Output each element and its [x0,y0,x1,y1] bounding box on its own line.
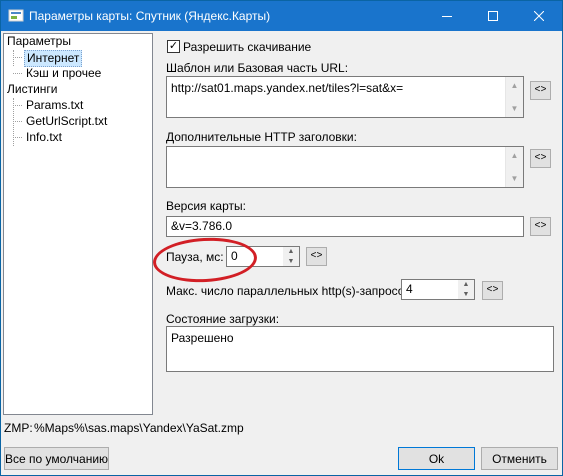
close-icon [534,11,544,21]
app-icon [8,9,24,22]
zmp-path: %Maps%\sas.maps\Yandex\YaSat.zmp [34,421,244,435]
map-version-value: &v=3.786.0 [171,219,233,233]
maximize-button[interactable] [470,1,516,31]
dialog-client: Параметры Интернет Кэш и прочее Листинги… [1,31,562,475]
tree-connector [13,73,22,74]
maximize-icon [488,11,498,21]
settings-tree[interactable]: Параметры Интернет Кэш и прочее Листинги… [3,33,153,415]
window-title: Параметры карты: Спутник (Яндекс.Карты) [29,9,271,23]
headers-reset-button[interactable]: <> [530,149,551,168]
zmp-label: ZMP: [4,421,33,435]
minimize-button[interactable] [424,1,470,31]
url-template-label: Шаблон или Базовая часть URL: [166,61,349,75]
tree-connector [13,137,22,138]
cancel-button[interactable]: Отменить [481,447,558,470]
scroll-up-icon[interactable]: ▲ [506,147,523,164]
url-template-scrollbar[interactable]: ▲ ▼ [505,77,523,117]
max-requests-reset-button[interactable]: <> [482,281,503,300]
allow-download-label[interactable]: Разрешить скачивание [183,40,311,54]
tree-item-cache[interactable]: Кэш и прочее [26,66,101,81]
tree-item-internet[interactable]: Интернет [24,50,83,67]
spin-down-icon[interactable]: ▼ [283,257,299,267]
tree-connector [13,105,22,106]
close-button[interactable] [516,1,562,31]
scroll-up-icon[interactable]: ▲ [506,77,523,94]
http-headers-field[interactable]: ▲ ▼ [166,146,524,188]
url-template-field[interactable]: http://sat01.maps.yandex.net/tiles?l=sat… [166,76,524,118]
max-requests-label: Макс. число параллельных http(s)-запросо… [166,284,415,298]
defaults-button[interactable]: Все по умолчанию [4,447,109,470]
url-template-value: http://sat01.maps.yandex.net/tiles?l=sat… [171,81,404,95]
http-headers-scrollbar[interactable]: ▲ ▼ [505,147,523,187]
tree-connector [13,121,22,122]
url-reset-button[interactable]: <> [530,81,551,100]
tree-connector [13,50,14,66]
download-status-value: Разрешено [171,331,234,345]
download-status-field: Разрешено [166,326,554,372]
max-requests-spinner[interactable]: ▲ ▼ [458,280,474,299]
pause-spinner[interactable]: ▲ ▼ [283,247,299,266]
spin-down-icon[interactable]: ▼ [458,290,474,300]
pause-reset-button[interactable]: <> [306,247,327,266]
settings-pane: ✓ Разрешить скачивание Шаблон или Базова… [153,31,562,421]
tree-item-listings[interactable]: Листинги [7,82,57,97]
ok-button[interactable]: Ok [398,447,475,470]
max-requests-spinbox[interactable]: 4 ▲ ▼ [401,279,475,300]
download-status-label: Состояние загрузки: [166,312,280,326]
minimize-icon [442,16,452,17]
max-requests-value: 4 [406,282,413,296]
allow-download-checkbox[interactable]: ✓ [167,40,180,53]
checkmark-icon: ✓ [168,40,179,52]
tree-connector [13,57,22,58]
scroll-down-icon[interactable]: ▼ [506,100,523,117]
tree-item-info-txt[interactable]: Info.txt [26,130,62,145]
title-bar[interactable]: Параметры карты: Спутник (Яндекс.Карты) [1,1,562,31]
http-headers-label: Дополнительные HTTP заголовки: [166,130,357,144]
tree-item-params-txt[interactable]: Params.txt [26,98,83,113]
dialog-window: Параметры карты: Спутник (Яндекс.Карты) … [0,0,563,476]
map-version-input[interactable]: &v=3.786.0 [166,216,524,237]
scroll-down-icon[interactable]: ▼ [506,170,523,187]
spin-up-icon[interactable]: ▲ [283,247,299,257]
tree-item-parameters[interactable]: Параметры [7,34,71,49]
version-reset-button[interactable]: <> [530,217,551,236]
spin-up-icon[interactable]: ▲ [458,280,474,290]
tree-item-geturlscript-txt[interactable]: GetUrlScript.txt [26,114,107,129]
map-version-label: Версия карты: [166,199,246,213]
